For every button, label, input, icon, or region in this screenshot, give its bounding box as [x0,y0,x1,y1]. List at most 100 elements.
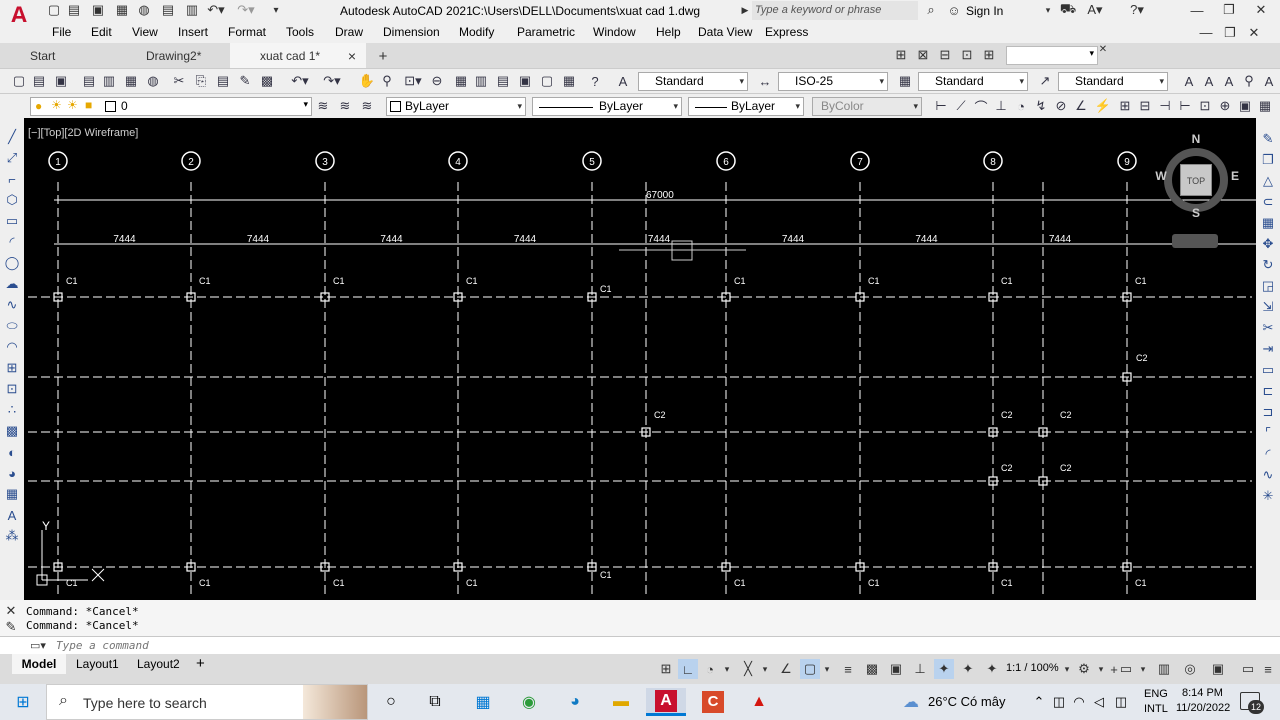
units-icon[interactable]: ▭ [1116,659,1136,679]
plot-icon[interactable]: ▥ [184,2,200,18]
compass-west[interactable]: W [1154,169,1168,183]
print-icon[interactable]: ▤ [80,72,98,90]
tab-close-icon[interactable]: × [348,48,356,64]
menu-data-view[interactable]: Data View [698,25,752,39]
menu-insert[interactable]: Insert [178,25,208,39]
osnap-icon[interactable]: ∠ [776,659,796,679]
layer-previous-icon[interactable]: ≋ [358,97,376,115]
hardware-acceleration-icon[interactable]: ▣ [1208,659,1228,679]
trim-icon[interactable]: ✂ [1259,319,1277,337]
cart-icon[interactable]: ⛟ [1060,1,1076,18]
mleader-style-icon[interactable]: ↗ [1036,72,1054,90]
edge-icon[interactable]: ◕ [560,688,590,716]
undo-icon[interactable]: ↶▾ [286,72,314,90]
print-icon[interactable]: ▤ [160,2,176,18]
polar-dropdown-icon[interactable]: ▾ [722,659,732,679]
undo-icon[interactable]: ↶▾ [204,2,228,18]
continue-icon[interactable]: ⊟ [1136,97,1154,115]
clean-screen-icon[interactable]: ▭ [1238,659,1258,679]
acrobat-icon[interactable]: ▲ [744,688,774,716]
lineweight-icon[interactable]: ≡ [838,659,858,679]
doc-minimize-icon[interactable]: — [1196,24,1216,41]
annotation-scale-icon[interactable]: ✦ [982,659,1002,679]
input-method-icon[interactable]: ◫ [1106,688,1136,716]
extend-icon[interactable]: ⇥ [1259,340,1277,358]
move-icon[interactable]: ✥ [1259,235,1277,253]
linear-dim-icon[interactable]: ⊢ [932,97,950,115]
help-icon[interactable]: ?▾ [1124,2,1150,18]
toolbar-icon[interactable]: ⊟ [936,46,954,64]
toolbar-icon[interactable]: ⊠ [914,46,932,64]
make-current-icon[interactable]: ≋ [336,97,354,115]
clock-time[interactable]: 8:14 PM [1182,687,1223,699]
spell-check-icon[interactable]: A [1260,72,1278,90]
menu-window[interactable]: Window [593,25,636,39]
menu-view[interactable]: View [132,25,158,39]
osnap-tracking-icon[interactable]: ╳ [738,659,758,679]
circle-icon[interactable]: ◯ [3,254,21,272]
autocad-taskbar-icon[interactable]: A [646,688,686,716]
layer-properties-icon[interactable]: ≋ [314,97,332,115]
wcs-menu[interactable] [1172,234,1218,248]
arc-length-icon[interactable]: ⌒ [972,97,990,115]
design-center-icon[interactable]: ▥ [472,72,490,90]
new-tab-icon[interactable]: + [374,47,392,65]
tab-start[interactable]: Start [0,43,130,68]
table-icon[interactable]: ▦ [3,485,21,503]
join-icon[interactable]: ⊐ [1259,403,1277,421]
break-icon[interactable]: ⊏ [1259,382,1277,400]
compass-east[interactable]: E [1228,169,1242,183]
update-icon[interactable]: ▦ [1256,97,1274,115]
web-icon[interactable]: ◍ [136,2,152,18]
transparency-icon[interactable]: ▩ [862,659,882,679]
toolbar-icon[interactable]: ⊡ [958,46,976,64]
auto-scale-icon[interactable]: ✦ [958,659,978,679]
annotation-visibility-icon[interactable]: ✦ [934,659,954,679]
new-file-icon[interactable]: ▢ [46,2,62,18]
text-style-select[interactable]: Standard ▾ [638,72,748,91]
rotate-icon[interactable]: ↻ [1259,256,1277,274]
offset-icon[interactable]: ⊂ [1259,193,1277,211]
store-icon[interactable]: ▦ [468,688,498,716]
language-code[interactable]: ENG [1144,688,1168,700]
object-snap-icon[interactable]: ▢ [800,659,820,679]
aligned-dim-icon[interactable]: ⟋ [952,97,970,115]
save-as-icon[interactable]: ▦ [114,2,130,18]
ortho-icon[interactable]: ∟ [678,659,698,679]
scale-dropdown-icon[interactable]: ▾ [1062,659,1072,679]
autodesk-a360-icon[interactable]: A▾ [1082,2,1108,18]
mtext-icon[interactable]: A [1200,72,1218,90]
hatch-icon[interactable]: ▩ [3,422,21,440]
units-dropdown-icon[interactable]: ▾ [1138,659,1148,679]
break-icon[interactable]: ⊢ [1176,97,1194,115]
tab-drawing2[interactable]: Drawing2* × [116,43,248,68]
minimize-icon[interactable]: — [1182,0,1212,20]
diameter-icon[interactable]: ⊘ [1052,97,1070,115]
center-mark-icon[interactable]: ⊕ [1216,97,1234,115]
compass-south[interactable]: S [1189,206,1203,220]
text-edit-icon[interactable]: A [1220,72,1238,90]
task-view-icon[interactable]: ⧉ [420,688,450,716]
menu-express[interactable]: Express [765,25,808,39]
isolate-icon[interactable]: ◎ [1180,659,1200,679]
quick-properties-icon[interactable]: ▥ [1154,659,1174,679]
qat-dropdown-icon[interactable]: ▾ [268,2,284,18]
lineweight-select[interactable]: ByLayer ▾ [688,97,804,116]
cut-icon[interactable]: ✂ [170,72,188,90]
notification-icon[interactable]: 12 [1240,690,1264,714]
snap-dropdown-icon[interactable]: ▾ [822,659,832,679]
keyboard-layout[interactable]: INTL [1144,703,1168,715]
save-icon[interactable]: ▣ [90,2,106,18]
polar-icon[interactable]: ◔ [700,659,720,679]
block-editor-icon[interactable]: ▩ [258,72,276,90]
publish-icon[interactable]: ▦ [122,72,140,90]
toolbar-icon[interactable]: ⊞ [892,46,910,64]
text-style-icon[interactable]: A [614,72,632,90]
mtext-icon[interactable]: A [3,506,21,524]
new-icon[interactable]: ▢ [10,72,28,90]
paste-icon[interactable]: ▤ [214,72,232,90]
revision-cloud-icon[interactable]: ☁ [3,275,21,293]
search-icon[interactable]: ⌕ [922,2,940,18]
break-point-icon[interactable]: ▭ [1259,361,1277,379]
linetype-select[interactable]: ByLayer ▾ [532,97,682,116]
